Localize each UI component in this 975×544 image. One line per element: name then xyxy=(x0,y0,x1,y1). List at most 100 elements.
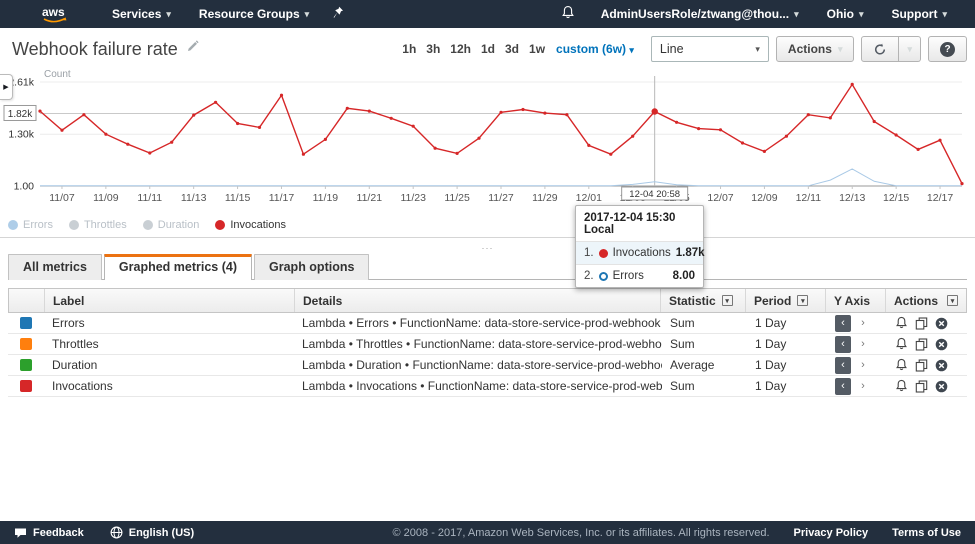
nav-support-menu[interactable]: Support ▾ xyxy=(877,7,961,21)
custom-range-link[interactable]: custom (6w) ▾ xyxy=(556,42,634,56)
remove-metric-icon[interactable] xyxy=(935,380,948,393)
chevron-down-icon: ▾ xyxy=(629,45,634,55)
terms-of-use-link[interactable]: Terms of Use xyxy=(892,527,961,539)
remove-metric-icon[interactable] xyxy=(935,317,948,330)
duplicate-metric-icon[interactable] xyxy=(915,338,928,351)
tab-graph-options[interactable]: Graph options xyxy=(254,254,369,280)
header-statistic[interactable]: Statistic▾ xyxy=(661,289,746,312)
metric-statistic-cell[interactable]: Sum xyxy=(662,316,747,330)
yaxis-right-button[interactable]: › xyxy=(855,315,871,332)
metric-label-cell[interactable]: Throttles xyxy=(44,337,294,351)
legend-item-duration[interactable]: Duration xyxy=(143,219,200,231)
metric-period-cell[interactable]: 1 Day xyxy=(747,337,827,351)
time-range-3d[interactable]: 3d xyxy=(505,42,519,56)
help-button[interactable]: ? xyxy=(928,36,967,62)
metric-color-swatch[interactable] xyxy=(20,380,32,392)
time-range-12h[interactable]: 12h xyxy=(450,42,471,56)
resize-handle[interactable]: ··· xyxy=(482,243,494,253)
yaxis-left-button[interactable]: ‹ xyxy=(835,357,851,374)
nav-region-label: Ohio xyxy=(827,7,854,21)
chart-legend: Errors Throttles Duration Invocations xyxy=(8,219,286,231)
feedback-label: Feedback xyxy=(33,527,84,539)
feedback-button[interactable]: Feedback xyxy=(14,527,84,539)
yaxis-left-button[interactable]: ‹ xyxy=(835,315,851,332)
chevron-down-icon: ▾ xyxy=(755,44,760,55)
create-alarm-icon[interactable] xyxy=(895,358,908,372)
time-range-1h[interactable]: 1h xyxy=(402,42,416,56)
refresh-split-button: ▾ xyxy=(861,36,921,62)
privacy-policy-link[interactable]: Privacy Policy xyxy=(794,527,869,539)
metric-color-swatch[interactable] xyxy=(20,338,32,350)
metric-label-cell[interactable]: Duration xyxy=(44,358,294,372)
tooltip-row-label: Errors xyxy=(613,270,644,282)
header-details[interactable]: Details xyxy=(295,289,661,312)
metric-label-cell[interactable]: Invocations xyxy=(44,379,294,393)
nav-region-menu[interactable]: Ohio ▾ xyxy=(813,7,878,21)
time-range-1d[interactable]: 1d xyxy=(481,42,495,56)
nav-services[interactable]: Services ▾ xyxy=(98,7,185,21)
metric-period-cell[interactable]: 1 Day xyxy=(747,379,827,393)
nav-resource-groups[interactable]: Resource Groups ▾ xyxy=(185,7,323,21)
nav-services-label: Services xyxy=(112,7,161,21)
nav-user-menu[interactable]: AdminUsersRole/ztwang@thou... ▾ xyxy=(587,7,813,21)
notifications-bell-icon[interactable] xyxy=(549,5,587,23)
aws-logo[interactable]: aws xyxy=(38,4,70,24)
metric-statistic-cell[interactable]: Average xyxy=(662,358,747,372)
svg-text:12/01: 12/01 xyxy=(576,192,602,204)
refresh-options-button[interactable]: ▾ xyxy=(899,36,921,62)
metric-details-cell: Lambda • Errors • FunctionName: data-sto… xyxy=(294,316,662,330)
header-period[interactable]: Period▾ xyxy=(746,289,826,312)
header-label[interactable]: Label xyxy=(45,289,295,312)
time-range-1w[interactable]: 1w xyxy=(529,42,545,56)
metric-color-swatch[interactable] xyxy=(20,359,32,371)
duplicate-metric-icon[interactable] xyxy=(915,359,928,372)
metric-label-cell[interactable]: Errors xyxy=(44,316,294,330)
help-icon: ? xyxy=(940,42,955,57)
tab-all-metrics[interactable]: All metrics xyxy=(8,254,102,280)
pushpin-icon[interactable] xyxy=(323,6,354,22)
legend-item-invocations[interactable]: Invocations xyxy=(215,219,286,231)
metric-period-cell[interactable]: 1 Day xyxy=(747,358,827,372)
duplicate-metric-icon[interactable] xyxy=(915,380,928,393)
legend-item-throttles[interactable]: Throttles xyxy=(69,219,127,231)
remove-metric-icon[interactable] xyxy=(935,359,948,372)
metric-statistic-cell[interactable]: Sum xyxy=(662,379,747,393)
yaxis-right-button[interactable]: › xyxy=(855,378,871,395)
edit-all-dropdown-icon[interactable]: ▾ xyxy=(947,295,958,306)
refresh-button[interactable] xyxy=(861,36,899,62)
create-alarm-icon[interactable] xyxy=(895,337,908,351)
edit-all-dropdown-icon[interactable]: ▾ xyxy=(722,295,733,306)
time-range-3h[interactable]: 3h xyxy=(426,42,440,56)
header-actions[interactable]: Actions▾ xyxy=(886,289,966,312)
yaxis-left-button[interactable]: ‹ xyxy=(835,336,851,353)
edit-title-pencil-icon[interactable] xyxy=(186,40,199,58)
yaxis-right-button[interactable]: › xyxy=(855,357,871,374)
yaxis-left-button[interactable]: ‹ xyxy=(835,378,851,395)
svg-text:1.82k: 1.82k xyxy=(8,109,33,120)
language-label: English (US) xyxy=(129,527,194,539)
language-selector[interactable]: English (US) xyxy=(110,526,194,539)
expand-sidebar-arrow[interactable]: ▶ xyxy=(0,74,13,100)
create-alarm-icon[interactable] xyxy=(895,379,908,393)
chart-type-select[interactable]: Line ▾ xyxy=(651,36,769,62)
metric-period-cell[interactable]: 1 Day xyxy=(747,316,827,330)
tab-graphed-metrics-4[interactable]: Graphed metrics (4) xyxy=(104,254,252,280)
create-alarm-icon[interactable] xyxy=(895,316,908,330)
actions-button[interactable]: Actions ▾ xyxy=(776,36,855,62)
metric-statistic-cell[interactable]: Sum xyxy=(662,337,747,351)
metric-color-swatch[interactable] xyxy=(20,317,32,329)
nav-support-label: Support xyxy=(891,7,937,21)
header-y-axis[interactable]: Y Axis xyxy=(826,289,886,312)
nav-resource-groups-label: Resource Groups xyxy=(199,7,300,21)
edit-all-dropdown-icon[interactable]: ▾ xyxy=(797,295,808,306)
metric-actions-cell xyxy=(887,358,967,372)
open-circle-icon xyxy=(599,272,608,281)
svg-text:12/07: 12/07 xyxy=(707,192,733,204)
legend-item-errors[interactable]: Errors xyxy=(8,219,53,231)
metrics-line-chart[interactable]: 11/0711/0911/1111/1311/1511/1711/1911/21… xyxy=(0,66,975,216)
yaxis-right-button[interactable]: › xyxy=(855,336,871,353)
svg-text:11/09: 11/09 xyxy=(93,192,119,204)
nav-user-label: AdminUsersRole/ztwang@thou... xyxy=(601,7,789,21)
duplicate-metric-icon[interactable] xyxy=(915,317,928,330)
remove-metric-icon[interactable] xyxy=(935,338,948,351)
